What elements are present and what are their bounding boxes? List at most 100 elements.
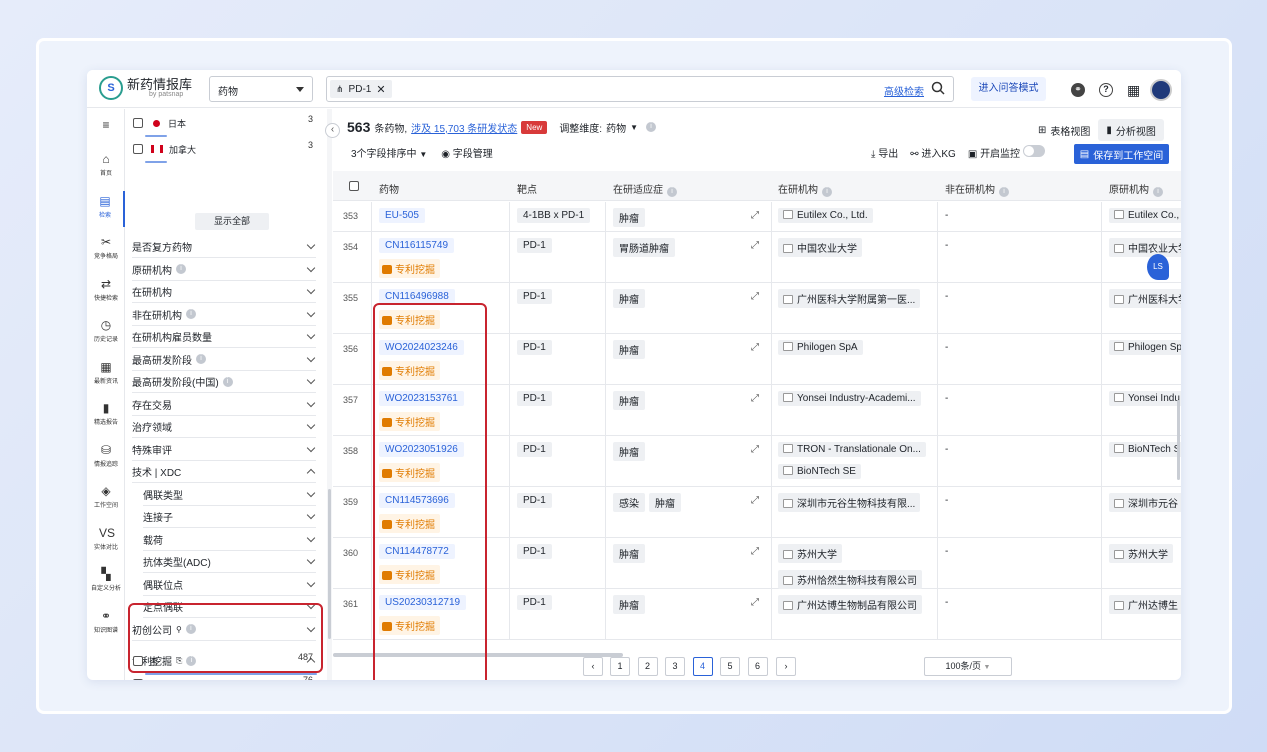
table-row[interactable]: 355 CN116496988 专利挖掘 PD-1 肿瘤 ⤢ 广州医科大学附属第一医... -… <box>333 283 1181 334</box>
nav-item-8[interactable]: ◈ 工作空间 <box>87 481 125 517</box>
expand-icon[interactable]: ⤢ <box>751 240 759 251</box>
avatar[interactable] <box>1150 79 1173 101</box>
originator-tag[interactable]: Yonsei Indu <box>1109 391 1181 406</box>
column-header-target[interactable]: 靶点 <box>517 181 537 196</box>
filter-section[interactable]: 治疗领域 <box>132 416 316 438</box>
page-button[interactable]: 2 <box>637 657 658 676</box>
filter-section[interactable]: 技术 | XDC <box>132 461 316 483</box>
filter-section[interactable]: 非在研机构 i <box>132 304 316 326</box>
filter-section[interactable]: 是否复方药物 <box>132 236 316 258</box>
originator-tag[interactable]: BioNTech S <box>1109 442 1181 457</box>
table-row[interactable] <box>333 640 1181 641</box>
filter-subsection[interactable]: 抗体类型(ADC) <box>143 551 316 573</box>
nav-item-7[interactable]: ⛁ 情报追踪 <box>87 440 125 476</box>
patent-mining-tag[interactable]: 专利挖掘 <box>379 412 440 431</box>
rd-status-link[interactable]: 涉及 15,703 条研发状态 <box>411 120 517 135</box>
indication-tag[interactable]: 肿瘤 <box>613 391 645 410</box>
nav-item-9[interactable]: VS 实体对比 <box>87 523 125 559</box>
nav-item-0[interactable]: ⌂ 首页 <box>87 149 125 185</box>
expand-icon[interactable]: ⤢ <box>751 210 759 221</box>
nav-item-4[interactable]: ◷ 历史记录 <box>87 315 125 351</box>
originator-tag[interactable]: 中国农业大学 <box>1109 238 1181 257</box>
table-row[interactable]: 361 US20230312719 专利挖掘 PD-1 肿瘤 ⤢ 广州达博生物制品有限公司 -… <box>333 589 1181 640</box>
checkbox[interactable] <box>133 144 143 154</box>
target-tag[interactable]: PD-1 <box>517 442 552 457</box>
chevron-down-icon[interactable] <box>306 578 316 587</box>
info-icon[interactable]: i <box>822 187 832 197</box>
target-tag[interactable]: PD-1 <box>517 391 552 406</box>
originator-tag[interactable]: 广州医科大学 <box>1109 289 1181 308</box>
filter-section[interactable]: 在研机构雇员数量 <box>132 326 316 348</box>
nav-item-2[interactable]: ✂ 竞争格局 <box>87 232 125 268</box>
nav-item-1[interactable]: ▤ 检索 <box>87 190 125 227</box>
info-icon[interactable]: i <box>186 309 196 319</box>
link-icon[interactable]: ⚭ <box>1071 83 1085 97</box>
assistant-bot-button[interactable]: LS <box>1147 254 1169 280</box>
page-button[interactable]: 1 <box>610 657 630 676</box>
filter-country-japan[interactable]: 日本 3 <box>133 111 317 137</box>
indication-tag[interactable]: 肿瘤 <box>613 208 645 227</box>
patent-mining-tag[interactable]: 专利挖掘 <box>379 514 440 533</box>
patent-mining-tag[interactable]: 专利挖掘 <box>379 259 440 278</box>
nav-item-3[interactable]: ⇄ 快捷检索 <box>87 274 125 310</box>
select-all-checkbox[interactable] <box>349 181 359 194</box>
filter-section[interactable]: 在研机构 <box>132 281 316 303</box>
org-tag[interactable]: 中国农业大学 <box>778 238 862 257</box>
info-icon[interactable]: i <box>667 187 677 197</box>
advanced-search-link[interactable]: 高级检索 <box>884 83 924 98</box>
info-icon[interactable]: i <box>196 354 206 364</box>
info-icon[interactable]: i <box>999 187 1009 197</box>
page-button[interactable]: 5 <box>720 657 740 676</box>
org-tag[interactable]: 深圳市元谷生物科技有限... <box>778 493 921 512</box>
column-header-active-org[interactable]: 在研机构 i <box>778 181 832 197</box>
monitor-toggle[interactable]: ▣ 开启监控 <box>968 145 1045 160</box>
org-tag[interactable]: TRON - Translationale On... <box>778 442 926 457</box>
search-input[interactable]: ⋔ PD-1 ✕ 高级检索 <box>326 76 954 102</box>
checkbox[interactable] <box>133 118 143 128</box>
filter-section[interactable]: 原研机构 i <box>132 259 316 281</box>
org-tag[interactable]: Eutilex Co., Ltd. <box>778 208 873 223</box>
column-header-indication[interactable]: 在研适应症 i <box>613 181 677 197</box>
expand-icon[interactable]: ⤢ <box>751 597 759 608</box>
nav-item-5[interactable]: ▦ 最新资讯 <box>87 357 125 393</box>
chevron-down-icon[interactable] <box>306 353 316 362</box>
chevron-down-icon[interactable] <box>306 488 316 497</box>
chevron-down-icon[interactable] <box>306 443 316 452</box>
field-manage-button[interactable]: ◉ 字段管理 <box>441 145 493 160</box>
column-header-originator[interactable]: 原研机构 i <box>1109 181 1163 197</box>
filter-section[interactable]: 最高研发阶段(中国) i <box>132 371 316 393</box>
filter-subsection[interactable]: 偶联位点 <box>143 574 316 596</box>
chevron-down-icon[interactable] <box>306 330 316 340</box>
drug-link[interactable]: WO2023051926 <box>379 442 464 457</box>
patent-mining-tag[interactable]: 专利挖掘 <box>379 565 440 584</box>
filter-country-canada[interactable]: 加拿大 3 <box>133 137 317 163</box>
kg-button[interactable]: ⚯ 进入KG <box>910 145 956 160</box>
chevron-down-icon[interactable] <box>306 375 316 385</box>
chevron-down-icon[interactable] <box>306 398 316 407</box>
table-row[interactable]: 354 CN116115749 专利挖掘 PD-1 胃肠道肿瘤 ⤢ 中国农业大学 - 中国农业大… <box>333 232 1181 283</box>
close-icon[interactable]: ✕ <box>376 83 385 96</box>
patent-mining-tag[interactable]: 专利挖掘 <box>379 361 440 380</box>
save-to-workspace-button[interactable]: ▤ 保存到工作空间 <box>1074 144 1169 164</box>
help-icon[interactable]: ? <box>1099 83 1113 97</box>
next-page-button[interactable]: › <box>776 657 796 676</box>
org-tag[interactable]: Philogen SpA <box>778 340 863 355</box>
database-select[interactable]: 药物 <box>209 76 313 102</box>
target-tag[interactable]: PD-1 <box>517 595 552 610</box>
table-row[interactable]: 357 WO2023153761 专利挖掘 PD-1 肿瘤 ⤢ Yonsei Industr… <box>333 385 1181 436</box>
patent-mining-tag[interactable]: 专利挖掘 <box>379 616 440 635</box>
expand-icon[interactable]: ⤢ <box>751 495 759 506</box>
table-row[interactable]: 356 WO2024023246 专利挖掘 PD-1 肿瘤 ⤢ Philogen SpA - P… <box>333 334 1181 385</box>
chevron-down-icon[interactable] <box>306 240 316 250</box>
dimension-select[interactable]: 药物 <box>606 120 626 135</box>
indication-tag[interactable]: 肿瘤 <box>613 289 645 308</box>
expand-icon[interactable]: ⤢ <box>751 393 759 404</box>
tab-table-view[interactable]: ⊞ 表格视图 <box>1030 119 1098 141</box>
patent-mining-tag[interactable]: 专利挖掘 <box>379 310 440 329</box>
table-row[interactable]: 358 WO2023051926 专利挖掘 PD-1 肿瘤 ⤢ TRON - Transla… <box>333 436 1181 487</box>
target-tag[interactable]: PD-1 <box>517 340 552 355</box>
apps-grid-icon[interactable]: ▦ <box>1127 83 1140 97</box>
drug-link[interactable]: CN116496988 <box>379 289 455 304</box>
nav-item-11[interactable]: ⚭ 知识图谱 <box>87 606 125 642</box>
menu-toggle-icon[interactable]: ≡ <box>87 115 125 151</box>
